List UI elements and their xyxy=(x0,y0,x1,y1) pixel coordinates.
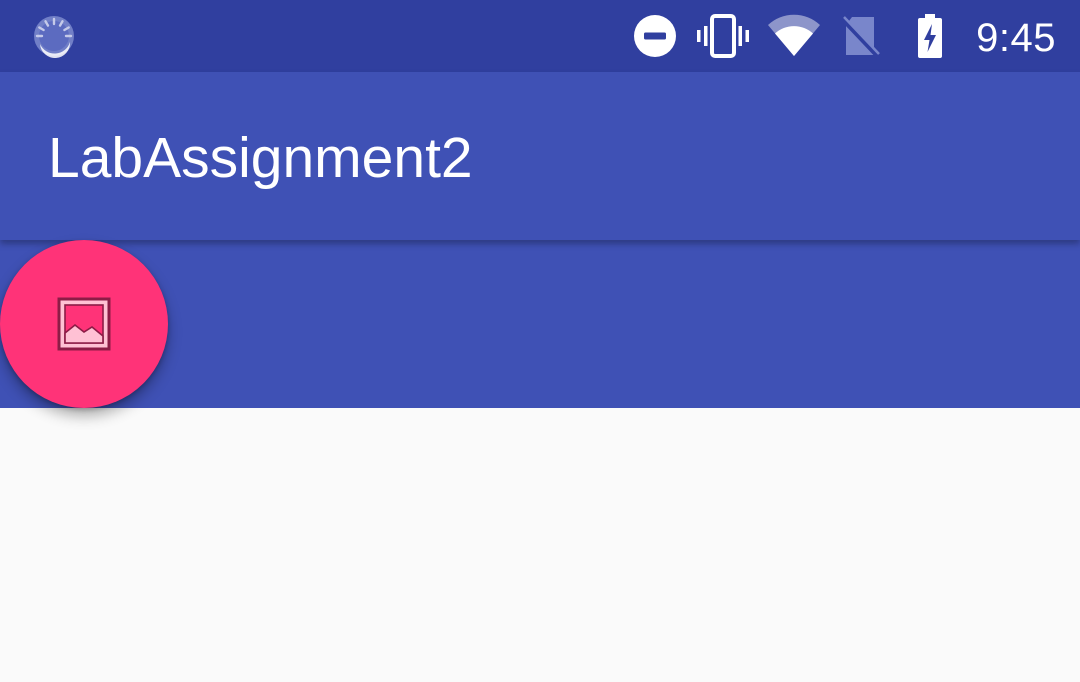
app-bar: LabAssignment2 xyxy=(0,72,1080,240)
image-icon xyxy=(56,296,112,352)
vibrate-icon xyxy=(694,0,752,72)
loading-spinner-icon xyxy=(30,0,78,72)
no-sim-icon xyxy=(836,0,884,72)
content-area xyxy=(0,408,1080,682)
image-fab-button[interactable] xyxy=(0,240,168,408)
status-bar: 9:45 xyxy=(0,0,1080,72)
battery-charging-icon xyxy=(910,0,950,72)
do-not-disturb-icon xyxy=(632,0,678,72)
app-bar-title: LabAssignment2 xyxy=(48,126,473,190)
app-screen: 9:45 LabAssignment2 xyxy=(0,0,1080,682)
status-time: 9:45 xyxy=(976,16,1056,60)
wifi-icon xyxy=(766,0,822,72)
